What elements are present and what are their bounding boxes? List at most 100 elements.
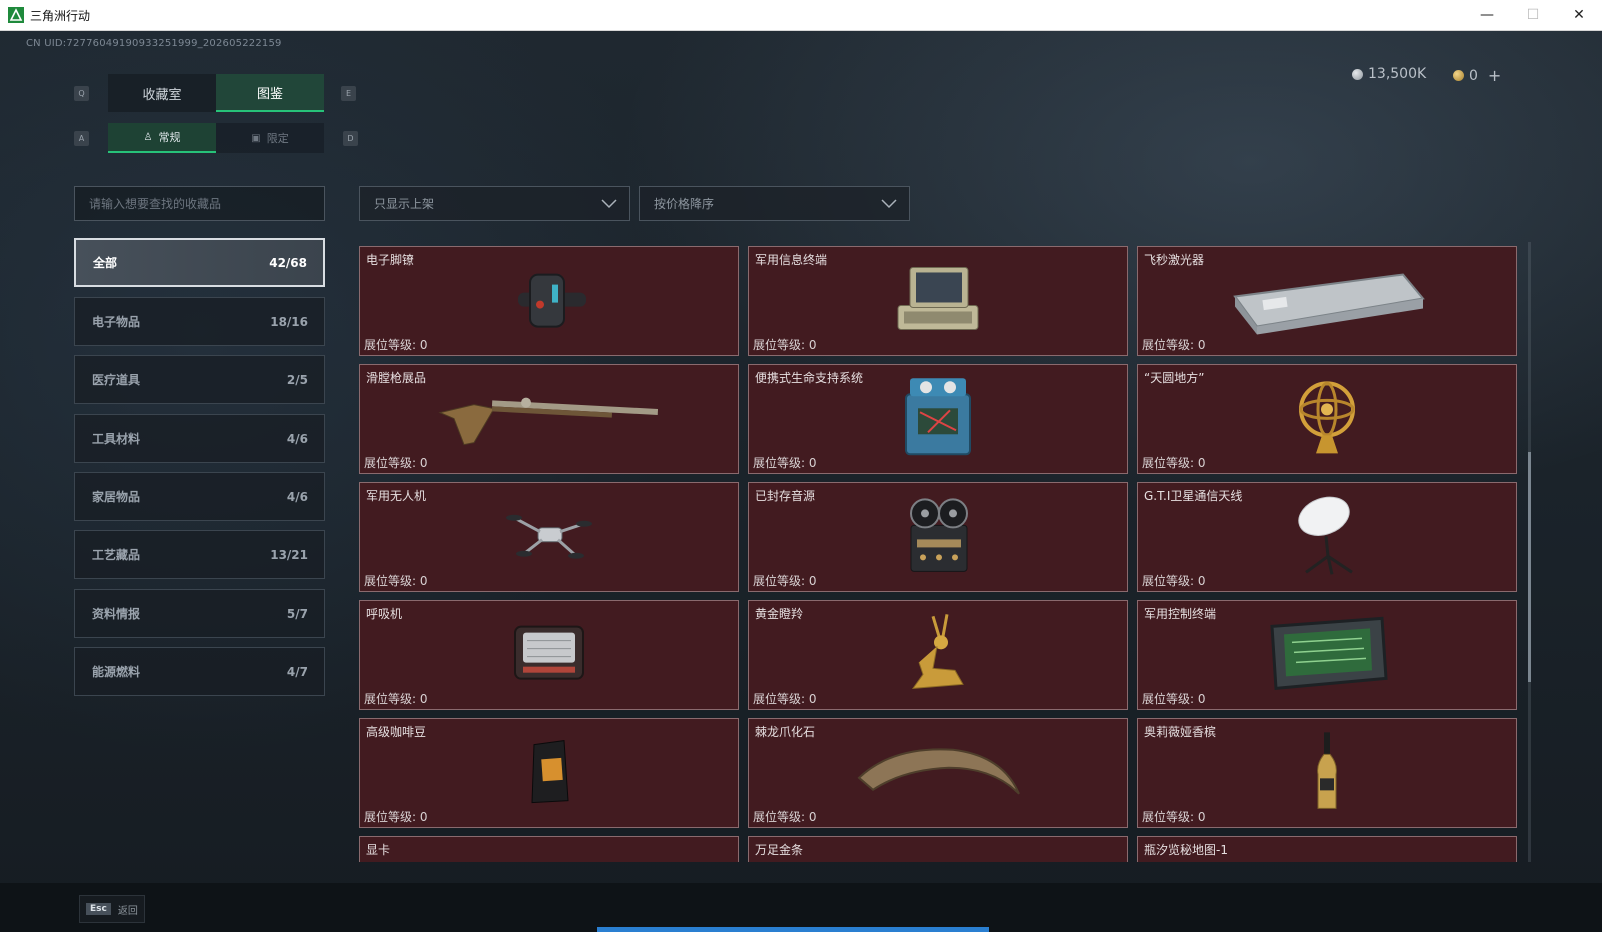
- level-label: 展位等级:: [364, 692, 417, 706]
- silver-coin-icon: [1352, 68, 1363, 80]
- level-label: 展位等级:: [753, 338, 806, 352]
- sort-dropdown[interactable]: 按价格降序: [639, 186, 910, 221]
- item-level: 展位等级: 0: [1142, 690, 1206, 707]
- item-level: 展位等级: 0: [753, 572, 817, 589]
- back-button[interactable]: Esc 返回: [79, 895, 145, 923]
- level-value: 0: [1197, 810, 1206, 824]
- level-value: 0: [419, 456, 428, 470]
- level-value: 0: [1197, 692, 1206, 706]
- key-hint-d: D: [343, 131, 358, 146]
- category-count: 18/16: [270, 314, 308, 329]
- category-count: 4/6: [286, 489, 308, 504]
- level-label: 展位等级:: [1142, 338, 1195, 352]
- item-level: 展位等级: 0: [753, 454, 817, 471]
- military-terminal-icon: [897, 266, 979, 330]
- item-card[interactable]: 棘龙爪化石 展位等级: 0: [748, 718, 1128, 828]
- level-value: 0: [808, 810, 817, 824]
- champagne-icon: [1317, 732, 1337, 809]
- category-label: 家居物品: [92, 490, 141, 504]
- category-household[interactable]: 家居物品 4/6: [74, 472, 325, 521]
- search-input[interactable]: [89, 196, 324, 211]
- item-card[interactable]: 万足金条: [748, 836, 1128, 862]
- chevron-down-icon: [881, 198, 897, 208]
- level-label: 展位等级:: [753, 456, 806, 470]
- item-card[interactable]: 显卡: [359, 836, 739, 862]
- add-coin-button[interactable]: +: [1488, 66, 1501, 85]
- category-count: 4/7: [286, 664, 308, 679]
- item-name: 便携式生命支持系统: [755, 371, 864, 385]
- category-medical[interactable]: 医疗道具 2/5: [74, 355, 325, 404]
- key-hint-q: Q: [74, 86, 89, 101]
- category-crafts[interactable]: 工艺藏品 13/21: [74, 530, 325, 579]
- shelf-filter-dropdown[interactable]: 只显示上架: [359, 186, 630, 221]
- item-name: 显卡: [366, 843, 391, 857]
- item-card[interactable]: 高级咖啡豆 展位等级: 0: [359, 718, 739, 828]
- item-level: 展位等级: 0: [1142, 454, 1206, 471]
- level-label: 展位等级:: [364, 810, 417, 824]
- item-card[interactable]: 已封存音源 展位等级: 0: [748, 482, 1128, 592]
- item-card[interactable]: “天圆地方” 展位等级: 0: [1137, 364, 1517, 474]
- ventilator-icon: [514, 625, 584, 680]
- item-card[interactable]: 滑膛枪展品 展位等级: 0: [359, 364, 739, 474]
- item-card[interactable]: 军用信息终端 展位等级: 0: [748, 246, 1128, 356]
- category-label: 全部: [93, 256, 118, 270]
- loading-progress-bar: [597, 927, 989, 932]
- subtab-regular[interactable]: ♙ 常规: [108, 123, 216, 153]
- item-level: 展位等级: 0: [753, 690, 817, 707]
- category-tools[interactable]: 工具材料 4/6: [74, 414, 325, 463]
- level-value: 0: [419, 810, 428, 824]
- minimize-button[interactable]: —: [1464, 0, 1510, 30]
- item-level: 展位等级: 0: [364, 808, 428, 825]
- level-value: 0: [808, 338, 817, 352]
- control-terminal-icon: [1270, 616, 1388, 690]
- item-level: 展位等级: 0: [364, 572, 428, 589]
- bottom-bar: Esc 返回: [0, 883, 1602, 932]
- search-box[interactable]: [74, 186, 325, 221]
- item-name: 已封存音源: [755, 489, 816, 503]
- item-card[interactable]: 呼吸机 展位等级: 0: [359, 600, 739, 710]
- tab-collection-room[interactable]: 收藏室: [108, 74, 216, 112]
- item-card[interactable]: 黄金瞪羚 展位等级: 0: [748, 600, 1128, 710]
- item-level: 展位等级: 0: [1142, 572, 1206, 589]
- maximize-button[interactable]: ☐: [1510, 0, 1556, 30]
- item-level: 展位等级: 0: [753, 336, 817, 353]
- esc-key-icon: Esc: [86, 903, 111, 915]
- level-value: 0: [808, 574, 817, 588]
- category-electronics[interactable]: 电子物品 18/16: [74, 297, 325, 346]
- category-label: 资料情报: [92, 607, 141, 621]
- item-card[interactable]: 军用无人机 展位等级: 0: [359, 482, 739, 592]
- item-name: 电子脚镣: [366, 253, 415, 267]
- category-all[interactable]: 全部 42/68: [74, 238, 325, 287]
- item-card[interactable]: 飞秒激光器 展位等级: 0: [1137, 246, 1517, 356]
- grid-scrollbar[interactable]: [1528, 242, 1531, 862]
- category-energy[interactable]: 能源燃料 4/7: [74, 647, 325, 696]
- subtab-limited-label: 限定: [266, 132, 289, 145]
- level-label: 展位等级:: [1142, 810, 1195, 824]
- item-card[interactable]: 瓶汐览秘地图-1: [1137, 836, 1517, 862]
- category-label: 工具材料: [92, 432, 141, 446]
- window-title: 三角洲行动: [30, 8, 91, 23]
- scroll-thumb[interactable]: [1528, 452, 1531, 682]
- item-name: 奥莉薇娅香槟: [1144, 725, 1217, 739]
- tab-catalog[interactable]: 图鉴: [216, 74, 324, 112]
- subtab-limited[interactable]: ▣ 限定: [216, 123, 324, 153]
- level-value: 0: [1197, 456, 1206, 470]
- level-value: 0: [808, 692, 817, 706]
- key-hint-a: A: [74, 131, 89, 146]
- item-card[interactable]: 便携式生命支持系统 展位等级: 0: [748, 364, 1128, 474]
- item-card[interactable]: 电子脚镣 展位等级: 0: [359, 246, 739, 356]
- close-button[interactable]: ✕: [1556, 0, 1602, 30]
- level-value: 0: [419, 692, 428, 706]
- reel-recorder-icon: [910, 498, 968, 572]
- laser-case-icon: [1233, 273, 1425, 335]
- level-label: 展位等级:: [753, 810, 806, 824]
- category-count: 2/5: [286, 372, 308, 387]
- category-label: 电子物品: [92, 315, 141, 329]
- item-card[interactable]: G.T.I卫星通信天线 展位等级: 0: [1137, 482, 1517, 592]
- level-label: 展位等级:: [364, 456, 417, 470]
- drone-icon: [506, 514, 592, 559]
- item-card[interactable]: 军用控制终端 展位等级: 0: [1137, 600, 1517, 710]
- category-intel[interactable]: 资料情报 5/7: [74, 589, 325, 638]
- item-card[interactable]: 奥莉薇娅香槟 展位等级: 0: [1137, 718, 1517, 828]
- level-label: 展位等级:: [1142, 456, 1195, 470]
